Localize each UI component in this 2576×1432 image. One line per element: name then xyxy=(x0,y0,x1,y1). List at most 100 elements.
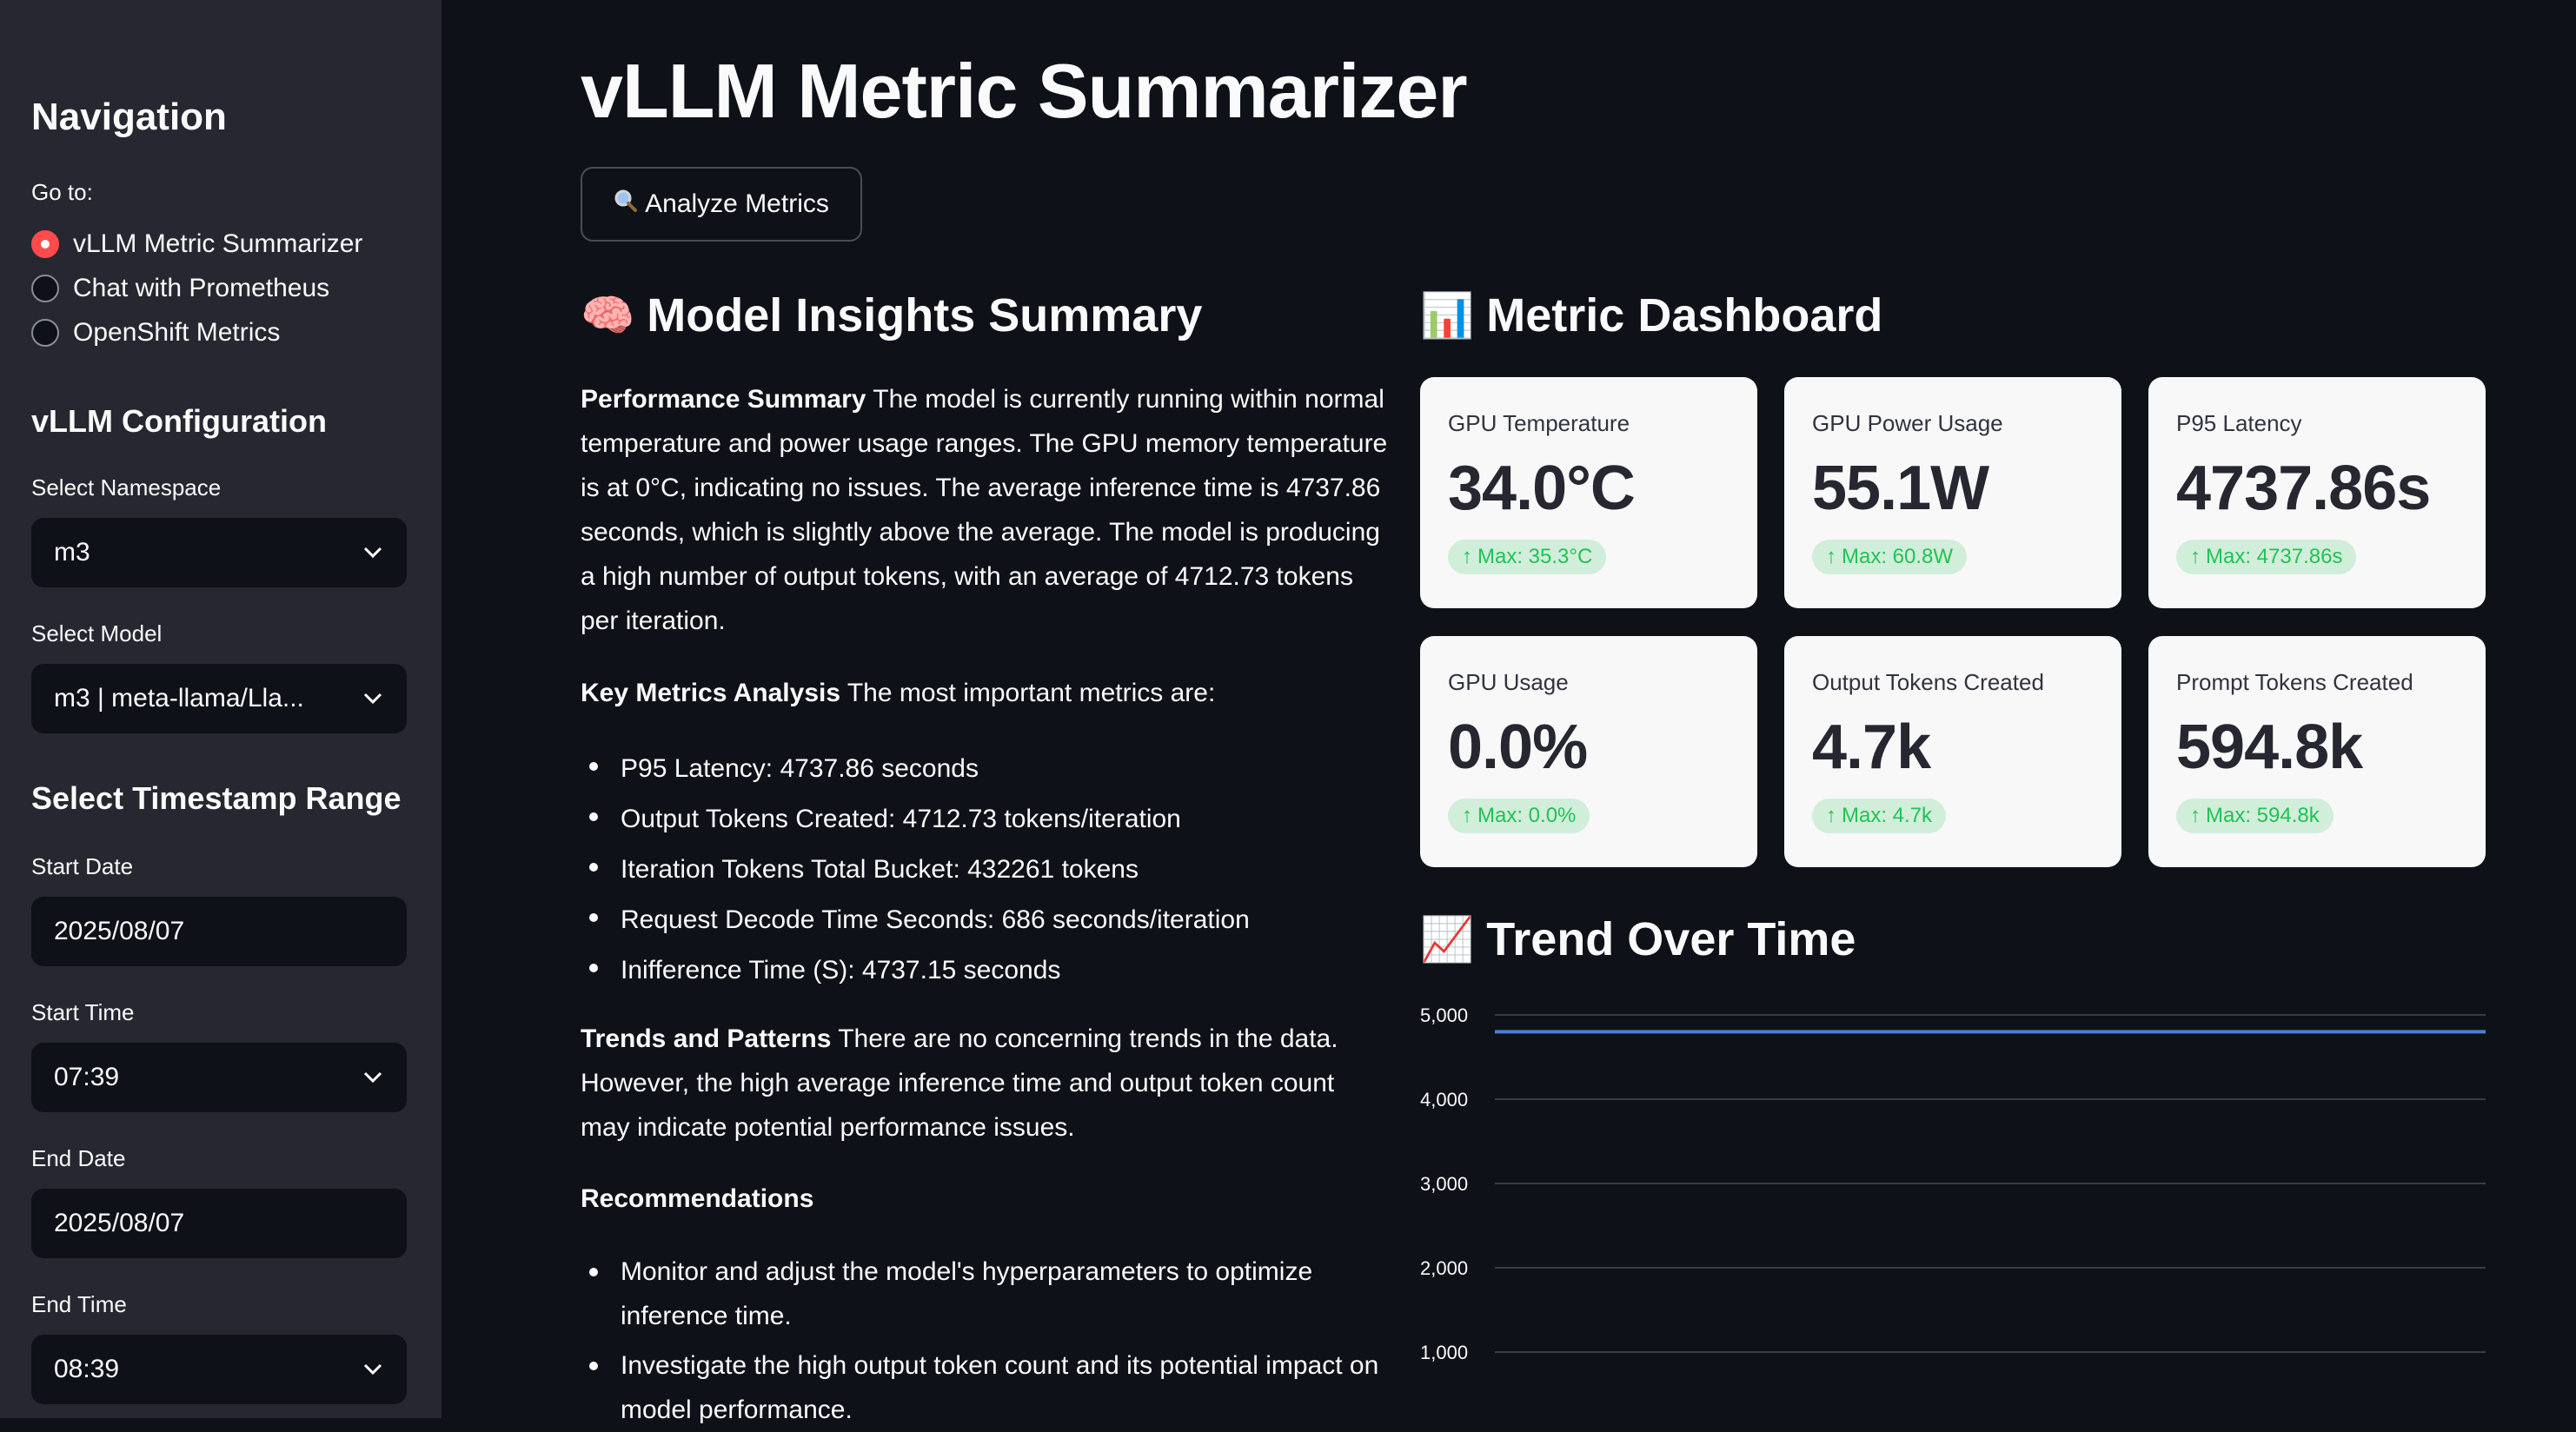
key-metrics-analysis: Key Metrics Analysis The most important … xyxy=(581,671,1389,715)
model-select[interactable]: m3 | meta-llama/Lla... xyxy=(31,664,407,733)
metric-label: Prompt Tokens Created xyxy=(2176,669,2413,695)
recommendations-title: Recommendations xyxy=(581,1184,814,1213)
insights-title: 🧠 Model Insights Summary xyxy=(581,288,1202,342)
list-item: P95 Latency: 4737.86 seconds xyxy=(581,744,1389,794)
config-heading: vLLM Configuration xyxy=(31,403,327,439)
radio-selected-icon[interactable] xyxy=(31,230,59,258)
start-date-label: Start Date xyxy=(31,853,134,879)
metric-delta-text: Max: 60.8W xyxy=(1842,545,1954,568)
dashboard-title-text: Metric Dashboard xyxy=(1486,289,1883,341)
metric-delta-text: Max: 4.7k xyxy=(1842,804,1933,827)
metric-delta: ↑ Max: 594.8k xyxy=(2176,799,2334,833)
sidebar: Navigation Go to: vLLM Metric Summarizer… xyxy=(0,0,442,1418)
trends-patterns: Trends and Patterns There are no concern… xyxy=(581,1017,1389,1150)
metric-delta: ↑ Max: 4737.86s xyxy=(2176,540,2357,574)
trend-chart-icon: 📈 xyxy=(1420,914,1475,964)
performance-summary-title: Performance Summary xyxy=(581,385,866,414)
metric-value: 55.1W xyxy=(1812,454,1989,523)
performance-summary-text: The model is currently running within no… xyxy=(581,385,1388,635)
metric-label: P95 Latency xyxy=(2176,410,2302,436)
analyze-metrics-label: Analyze Metrics xyxy=(645,189,829,218)
end-date-value: 2025/08/07 xyxy=(54,1209,185,1237)
bar-chart-icon: 📊 xyxy=(1420,290,1475,340)
list-item: Request Decode Time Seconds: 686 seconds… xyxy=(581,895,1389,945)
key-metrics-text: The most important metrics are: xyxy=(846,679,1216,707)
end-date-label: End Date xyxy=(31,1145,126,1171)
metric-card-gpu-usage: GPU Usage 0.0% ↑ Max: 0.0% xyxy=(1420,636,1757,867)
recommendations-list: Monitor and adjust the model's hyperpara… xyxy=(581,1250,1389,1432)
start-time-select[interactable]: 07:39 xyxy=(31,1043,407,1112)
list-item: Investigate the high output token count … xyxy=(581,1343,1389,1432)
radio-unselected-icon[interactable] xyxy=(31,319,59,347)
metric-card-p95-latency: P95 Latency 4737.86s ↑ Max: 4737.86s xyxy=(2148,377,2486,608)
trend-title-text: Trend Over Time xyxy=(1486,913,1856,965)
chevron-down-icon xyxy=(362,1358,384,1381)
arrow-up-icon: ↑ xyxy=(1826,804,1836,827)
model-label: Select Model xyxy=(31,620,163,646)
namespace-value: m3 xyxy=(54,538,90,567)
key-metrics-list: P95 Latency: 4737.86 seconds Output Toke… xyxy=(581,744,1389,996)
end-time-label: End Time xyxy=(31,1291,127,1317)
chevron-down-icon xyxy=(362,687,384,710)
chart-y-tick-label: 2,000 xyxy=(1420,1257,1468,1279)
namespace-select[interactable]: m3 xyxy=(31,518,407,587)
metric-delta-text: Max: 35.3°C xyxy=(1477,545,1593,568)
end-time-value: 08:39 xyxy=(54,1355,120,1383)
chart-y-tick-label: 5,000 xyxy=(1420,1004,1468,1026)
end-date-input[interactable]: 2025/08/07 xyxy=(31,1189,407,1258)
trend-chart: 1,000 2,000 3,000 4,000 5,000 xyxy=(1420,1004,2486,1363)
metric-delta-text: Max: 4737.86s xyxy=(2206,545,2343,568)
nav-option-label: Chat with Prometheus xyxy=(73,274,330,302)
nav-option-chat-prometheus[interactable]: Chat with Prometheus xyxy=(31,274,329,303)
metric-label: GPU Power Usage xyxy=(1812,410,2003,436)
chart-y-tick-label: 1,000 xyxy=(1420,1342,1468,1363)
start-time-value: 07:39 xyxy=(54,1063,120,1091)
model-value: m3 | meta-llama/Lla... xyxy=(54,684,304,713)
trends-title: Trends and Patterns xyxy=(581,1024,832,1053)
brain-icon: 🧠 xyxy=(581,290,635,340)
metric-value: 34.0°C xyxy=(1448,454,1636,523)
metric-label: GPU Temperature xyxy=(1448,410,1630,436)
timestamp-heading: Select Timestamp Range xyxy=(31,780,402,816)
page-title: vLLM Metric Summarizer xyxy=(581,48,1468,134)
arrow-up-icon: ↑ xyxy=(1826,545,1836,568)
metric-card-gpu-power: GPU Power Usage 55.1W ↑ Max: 60.8W xyxy=(1784,377,2121,608)
radio-unselected-icon[interactable] xyxy=(31,275,59,302)
sidebar-heading: Navigation xyxy=(31,96,227,138)
metric-delta: ↑ Max: 35.3°C xyxy=(1448,540,1607,574)
list-item: Inifference Time (S): 4737.15 seconds xyxy=(581,945,1389,996)
metric-delta: ↑ Max: 0.0% xyxy=(1448,799,1590,833)
metric-delta-text: Max: 0.0% xyxy=(1477,804,1577,827)
metric-delta-text: Max: 594.8k xyxy=(2206,804,2320,827)
list-item: Iteration Tokens Total Bucket: 432261 to… xyxy=(581,845,1389,895)
arrow-up-icon: ↑ xyxy=(1462,545,1472,568)
chart-y-tick-label: 4,000 xyxy=(1420,1089,1468,1110)
metric-value: 4737.86s xyxy=(2176,454,2431,523)
metric-card-output-tokens: Output Tokens Created 4.7k ↑ Max: 4.7k xyxy=(1784,636,2121,867)
metric-label: Output Tokens Created xyxy=(1812,669,2044,695)
arrow-up-icon: ↑ xyxy=(1462,804,1472,827)
end-time-select[interactable]: 08:39 xyxy=(31,1335,407,1404)
metric-card-gpu-temperature: GPU Temperature 34.0°C ↑ Max: 35.3°C xyxy=(1420,377,1757,608)
nav-option-label: vLLM Metric Summarizer xyxy=(73,229,363,258)
trend-title: 📈 Trend Over Time xyxy=(1420,912,1856,966)
dashboard-title: 📊 Metric Dashboard xyxy=(1420,288,1882,342)
metric-label: GPU Usage xyxy=(1448,669,1569,695)
nav-option-summarizer[interactable]: vLLM Metric Summarizer xyxy=(31,229,362,259)
list-item: Output Tokens Created: 4712.73 tokens/it… xyxy=(581,794,1389,845)
chart-grid xyxy=(1495,1014,2486,1353)
chart-y-tick-label: 3,000 xyxy=(1420,1173,1468,1195)
analyze-metrics-button[interactable]: Analyze Metrics xyxy=(581,167,862,242)
metric-delta: ↑ Max: 4.7k xyxy=(1812,799,1947,833)
insights-title-text: Model Insights Summary xyxy=(647,289,1203,341)
metric-value: 594.8k xyxy=(2176,713,2363,782)
metric-value: 0.0% xyxy=(1448,713,1588,782)
chart-y-ticks: 1,000 2,000 3,000 4,000 5,000 xyxy=(1420,1004,1468,1363)
performance-summary: Performance Summary The model is current… xyxy=(581,377,1389,643)
start-date-input[interactable]: 2025/08/07 xyxy=(31,897,407,966)
arrow-up-icon: ↑ xyxy=(2190,545,2201,568)
start-time-label: Start Time xyxy=(31,999,135,1025)
nav-option-openshift-metrics[interactable]: OpenShift Metrics xyxy=(31,318,280,348)
recommendations-heading: Recommendations xyxy=(581,1177,1389,1221)
namespace-label: Select Namespace xyxy=(31,474,222,501)
